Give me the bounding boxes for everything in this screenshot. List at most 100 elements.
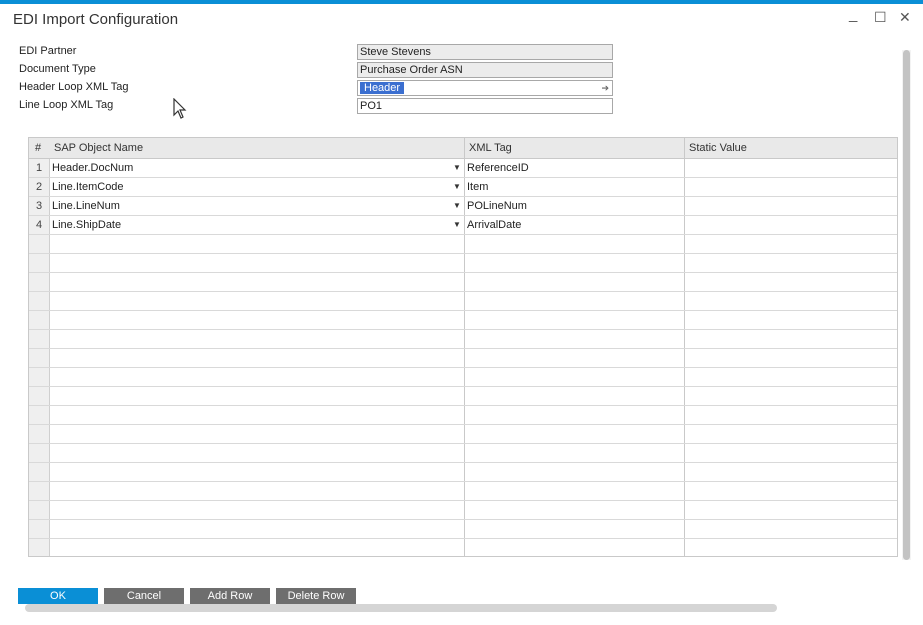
minimize-icon[interactable]: _ [849, 6, 857, 23]
row-number[interactable] [29, 444, 50, 462]
header-loop-field[interactable]: Header ➔ [357, 80, 613, 96]
add-row-button[interactable]: Add Row [190, 588, 270, 604]
table-row[interactable] [29, 273, 897, 292]
horizontal-scrollbar[interactable] [25, 604, 777, 612]
xml-tag-cell[interactable]: ArrivalDate [464, 216, 684, 234]
xml-tag-cell[interactable] [464, 273, 684, 291]
xml-tag-cell[interactable] [464, 520, 684, 538]
sap-object-cell[interactable] [50, 444, 464, 462]
xml-tag-cell[interactable] [464, 387, 684, 405]
row-number[interactable] [29, 349, 50, 367]
static-value-cell[interactable] [684, 387, 897, 405]
sap-object-cell[interactable]: Line.LineNum [50, 197, 464, 215]
row-number[interactable] [29, 235, 50, 253]
xml-tag-cell[interactable] [464, 425, 684, 443]
sap-object-cell[interactable] [50, 425, 464, 443]
xml-tag-cell[interactable] [464, 254, 684, 272]
static-value-cell[interactable] [684, 501, 897, 519]
row-number[interactable]: 2 [29, 178, 50, 196]
table-row[interactable] [29, 520, 897, 539]
edi-partner-field[interactable]: Steve Stevens [357, 44, 613, 60]
sap-object-cell[interactable] [50, 311, 464, 329]
column-header-sap-object[interactable]: SAP Object Name [50, 138, 464, 158]
static-value-cell[interactable] [684, 539, 897, 556]
dropdown-arrow-icon[interactable]: ▼ [451, 159, 463, 177]
xml-tag-cell[interactable]: POLineNum [464, 197, 684, 215]
static-value-cell[interactable] [684, 197, 897, 215]
row-number[interactable]: 1 [29, 159, 50, 177]
sap-object-cell[interactable]: Line.ShipDate [50, 216, 464, 234]
vertical-scrollbar-thumb[interactable] [903, 50, 910, 560]
sap-object-cell[interactable] [50, 387, 464, 405]
delete-row-button[interactable]: Delete Row [276, 588, 356, 604]
table-row[interactable]: 2 Line.ItemCode Item ▼ [29, 178, 897, 197]
row-number[interactable] [29, 406, 50, 424]
table-row[interactable] [29, 254, 897, 273]
table-row[interactable] [29, 349, 897, 368]
xml-tag-cell[interactable]: Item [464, 178, 684, 196]
column-header-static-value[interactable]: Static Value [684, 138, 897, 158]
sap-object-cell[interactable] [50, 539, 464, 556]
xml-tag-cell[interactable]: ReferenceID [464, 159, 684, 177]
row-number[interactable] [29, 330, 50, 348]
sap-object-cell[interactable] [50, 349, 464, 367]
table-row[interactable] [29, 387, 897, 406]
xml-tag-cell[interactable] [464, 406, 684, 424]
table-row[interactable] [29, 425, 897, 444]
dropdown-arrow-icon[interactable]: ▼ [451, 178, 463, 196]
sap-object-cell[interactable]: Header.DocNum [50, 159, 464, 177]
sap-object-cell[interactable] [50, 254, 464, 272]
static-value-cell[interactable] [684, 368, 897, 386]
table-row[interactable] [29, 539, 897, 556]
row-number[interactable]: 4 [29, 216, 50, 234]
table-row[interactable]: 3 Line.LineNum POLineNum ▼ [29, 197, 897, 216]
static-value-cell[interactable] [684, 330, 897, 348]
static-value-cell[interactable] [684, 520, 897, 538]
table-row[interactable] [29, 444, 897, 463]
sap-object-cell[interactable] [50, 482, 464, 500]
sap-object-cell[interactable] [50, 501, 464, 519]
document-type-field[interactable]: Purchase Order ASN [357, 62, 613, 78]
table-row[interactable] [29, 330, 897, 349]
row-number[interactable] [29, 501, 50, 519]
maximize-icon[interactable]: ☐ [874, 9, 887, 26]
sap-object-cell[interactable] [50, 273, 464, 291]
cancel-button[interactable]: Cancel [104, 588, 184, 604]
static-value-cell[interactable] [684, 311, 897, 329]
row-number[interactable]: 3 [29, 197, 50, 215]
static-value-cell[interactable] [684, 273, 897, 291]
xml-tag-cell[interactable] [464, 292, 684, 310]
xml-tag-cell[interactable] [464, 539, 684, 556]
table-row[interactable] [29, 482, 897, 501]
xml-tag-cell[interactable] [464, 349, 684, 367]
row-number[interactable] [29, 539, 50, 556]
line-loop-field[interactable]: PO1 [357, 98, 613, 114]
vertical-scrollbar[interactable] [902, 50, 911, 560]
static-value-cell[interactable] [684, 292, 897, 310]
static-value-cell[interactable] [684, 425, 897, 443]
table-row[interactable] [29, 501, 897, 520]
row-number[interactable] [29, 387, 50, 405]
sap-object-cell[interactable] [50, 463, 464, 481]
table-row[interactable] [29, 235, 897, 254]
table-row[interactable]: 4 Line.ShipDate ArrivalDate ▼ [29, 216, 897, 235]
xml-tag-cell[interactable] [464, 501, 684, 519]
row-number[interactable] [29, 425, 50, 443]
sap-object-cell[interactable] [50, 520, 464, 538]
link-arrow-icon[interactable]: ➔ [601, 81, 609, 95]
sap-object-cell[interactable] [50, 292, 464, 310]
row-number[interactable] [29, 292, 50, 310]
sap-object-cell[interactable]: Line.ItemCode [50, 178, 464, 196]
sap-object-cell[interactable] [50, 235, 464, 253]
static-value-cell[interactable] [684, 178, 897, 196]
static-value-cell[interactable] [684, 349, 897, 367]
row-number[interactable] [29, 482, 50, 500]
static-value-cell[interactable] [684, 159, 897, 177]
close-icon[interactable]: ✕ [899, 9, 911, 26]
xml-tag-cell[interactable] [464, 235, 684, 253]
table-row[interactable] [29, 292, 897, 311]
row-number[interactable] [29, 368, 50, 386]
static-value-cell[interactable] [684, 444, 897, 462]
table-row[interactable] [29, 406, 897, 425]
static-value-cell[interactable] [684, 463, 897, 481]
